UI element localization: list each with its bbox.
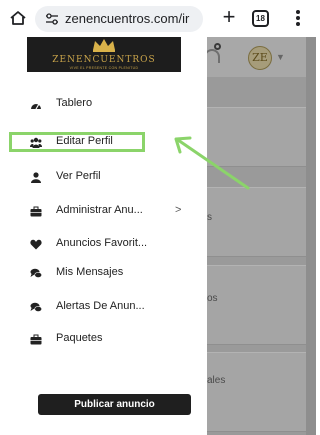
annotation-arrow: [174, 136, 250, 190]
address-bar[interactable]: zenencuentros.com/ir: [35, 6, 203, 32]
url-text: zenencuentros.com/ir: [65, 11, 190, 26]
user-icon: [31, 172, 41, 183]
scrollbar[interactable]: [306, 37, 316, 435]
logo-tagline: VIVE EL PRESENTE CON PLENITUD: [69, 66, 139, 70]
avatar: ZE: [248, 46, 272, 70]
sidebar-item-label: Ver Perfil: [56, 170, 101, 182]
stat-card-text: os: [207, 293, 218, 304]
home-icon[interactable]: [9, 9, 27, 27]
side-drawer: ZENENCUENTROS VIVE EL PRESENTE CON PLENI…: [0, 37, 207, 435]
heart-icon: [30, 239, 42, 250]
sidebar-item-tablero[interactable]: Tablero: [0, 94, 207, 116]
stat-card-text: ales: [207, 375, 226, 386]
site-settings-icon[interactable]: [45, 12, 59, 26]
stat-card: [207, 265, 307, 345]
sidebar-item-label: Mis Mensajes: [56, 266, 124, 278]
briefcase-icon: [30, 206, 42, 217]
sidebar-item-paquetes[interactable]: Paquetes: [0, 329, 207, 351]
crown-icon: [93, 39, 115, 52]
highlight-box: [9, 132, 145, 152]
site-logo[interactable]: ZENENCUENTROS VIVE EL PRESENTE CON PLENI…: [27, 37, 181, 72]
sidebar-item-alertas-de-anuncios[interactable]: Alertas De Anun...: [0, 297, 207, 319]
browser-toolbar: zenencuentros.com/ir + 18: [0, 0, 316, 37]
sidebar-item-mis-mensajes[interactable]: Mis Mensajes: [0, 263, 207, 285]
logo-brand-text: ZENENCUENTROS: [52, 55, 156, 65]
sidebar-item-label: Tablero: [56, 97, 93, 109]
sidebar-item-label: Alertas De Anun...: [56, 300, 145, 312]
dashboard-icon: [31, 103, 41, 110]
more-options-icon[interactable]: [295, 9, 301, 27]
tab-count: 18: [256, 14, 265, 23]
chevron-down-icon: ▼: [276, 52, 285, 62]
chat-icon: [30, 268, 42, 278]
stat-card: [207, 352, 307, 432]
chevron-right-icon: >: [175, 204, 182, 216]
chat-icon: [30, 302, 42, 312]
tab-switcher-button[interactable]: 18: [252, 10, 269, 27]
new-tab-icon[interactable]: +: [217, 6, 241, 30]
stat-card-text: s: [207, 212, 212, 223]
sidebar-item-administrar-anuncios[interactable]: Administrar Anu... >: [0, 201, 207, 223]
sidebar-item-anuncios-favoritos[interactable]: Anuncios Favorit...: [0, 234, 207, 256]
sidebar-item-label: Anuncios Favorit...: [56, 237, 148, 249]
publish-ad-button[interactable]: Publicar anuncio: [38, 394, 191, 415]
sidebar-item-label: Paquetes: [56, 332, 103, 344]
sidebar-item-label: Administrar Anu...: [56, 204, 143, 216]
briefcase-icon: [30, 334, 42, 345]
notification-dot: [214, 43, 221, 50]
